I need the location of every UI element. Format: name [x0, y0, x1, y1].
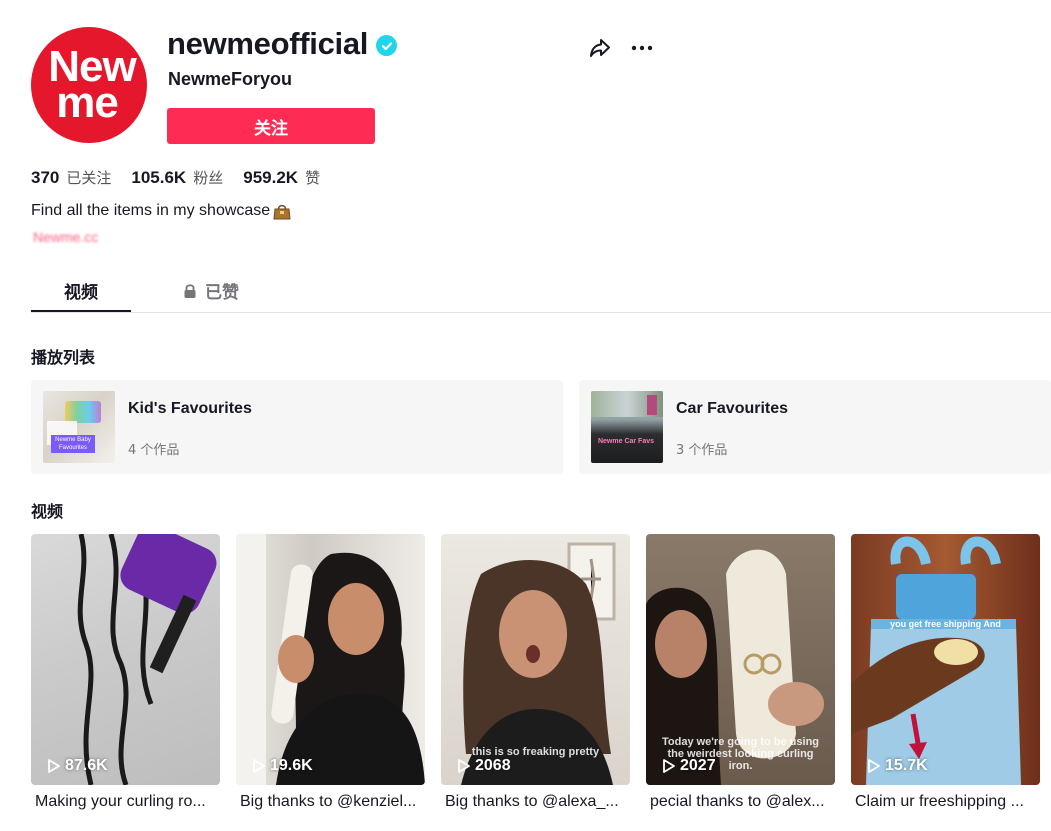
bio-text: Find all the items in my showcase	[31, 202, 271, 219]
video-card[interactable]: 87.6K Making your curling ro...	[31, 534, 220, 811]
followers-count: 105.6K	[131, 168, 187, 187]
tab-liked[interactable]: 已赞	[161, 270, 261, 311]
avatar-logo-line2: me	[56, 78, 119, 127]
video-card[interactable]: Today we're going to be using the weirde…	[646, 534, 835, 811]
stat-likes: 959.2K 赞	[243, 167, 320, 188]
likes-count: 959.2K	[243, 168, 299, 187]
handbag-icon	[273, 204, 291, 220]
video-overlay-text: you get free shipping And	[890, 619, 1001, 629]
view-count: 15.7K	[866, 757, 928, 775]
video-thumbnail: this is so freaking pretty 2068	[441, 534, 630, 785]
video-card[interactable]: this is so freaking pretty 2068 Big than…	[441, 534, 630, 811]
lock-icon	[184, 283, 196, 298]
videos-heading: 视频	[31, 502, 64, 521]
profile-stats: 370 已关注 105.6K 粉丝 959.2K 赞	[31, 167, 320, 188]
stat-following[interactable]: 370 已关注	[31, 167, 111, 188]
playlist-thumbnail: Newme Baby Favourites	[43, 391, 115, 463]
view-count: 87.6K	[46, 757, 108, 775]
tab-liked-label: 已赞	[205, 283, 239, 303]
playlist-thumb-label: Newme Car Favs	[597, 438, 655, 445]
playlist-title: Car Favourites	[676, 400, 789, 417]
view-count-text: 15.7K	[885, 757, 928, 774]
video-card[interactable]: 19.6K Big thanks to @kenziel...	[236, 534, 425, 811]
avatar[interactable]: New me	[31, 27, 147, 143]
play-icon	[868, 759, 880, 773]
stat-followers[interactable]: 105.6K 粉丝	[131, 167, 223, 188]
view-count-text: 2027	[680, 757, 716, 774]
share-icon[interactable]	[587, 35, 613, 61]
video-thumbnail: you get free shipping And 15.7K	[851, 534, 1040, 785]
view-count: 2068	[456, 757, 511, 775]
view-count-text: 19.6K	[270, 757, 313, 774]
playlist-count: 3 个作品	[676, 443, 728, 458]
view-count-text: 2068	[475, 757, 511, 774]
view-count: 2027	[661, 757, 716, 775]
profile-tabs: 视频 已赞	[31, 270, 1051, 313]
view-count-text: 87.6K	[65, 757, 108, 774]
more-options-icon[interactable]	[629, 35, 655, 61]
video-caption[interactable]: pecial thanks to @alex...	[650, 793, 833, 811]
username: newmeofficial	[167, 26, 369, 61]
playlist-thumb-label: Newme Baby Favourites	[51, 435, 95, 453]
tab-videos[interactable]: 视频	[31, 270, 131, 312]
bio: Find all the items in my showcase	[31, 201, 292, 221]
video-artwork	[77, 534, 217, 785]
play-icon	[48, 759, 60, 773]
video-thumbnail: Today we're going to be using the weirde…	[646, 534, 835, 785]
video-thumbnail: 19.6K	[236, 534, 425, 785]
follow-button[interactable]: 关注	[167, 108, 375, 144]
profile-link[interactable]: Newme.cc	[33, 229, 98, 245]
play-icon	[663, 759, 675, 773]
likes-label: 赞	[305, 169, 321, 187]
playlist-title: Kid's Favourites	[128, 400, 252, 417]
play-icon	[458, 759, 470, 773]
video-thumbnail: 87.6K	[31, 534, 220, 785]
video-caption[interactable]: Claim ur freeshipping ...	[855, 793, 1038, 811]
playlist-card[interactable]: Newme Baby Favourites Kid's Favourites 4…	[31, 380, 563, 474]
following-label: 已关注	[66, 169, 112, 187]
playlists-heading: 播放列表	[31, 348, 96, 367]
following-count: 370	[31, 168, 60, 187]
username-row: newmeofficial	[167, 26, 398, 62]
video-artwork	[851, 536, 1021, 785]
view-count: 19.6K	[251, 757, 313, 775]
nickname: NewmeForyou	[168, 69, 293, 89]
video-caption[interactable]: Making your curling ro...	[35, 793, 218, 811]
verified-badge-icon	[376, 35, 398, 56]
video-caption[interactable]: Big thanks to @alexa_...	[445, 793, 628, 811]
playlist-count: 4 个作品	[128, 443, 180, 458]
playlist-card[interactable]: Newme Car Favs Car Favourites 3 个作品	[579, 380, 1051, 474]
video-caption[interactable]: Big thanks to @kenziel...	[240, 793, 423, 811]
followers-label: 粉丝	[193, 169, 224, 187]
play-icon	[253, 759, 265, 773]
video-artwork	[236, 534, 425, 785]
profile-page: New me newmeofficial NewmeForyou 关注 370 …	[0, 0, 1051, 831]
playlist-thumbnail: Newme Car Favs	[591, 391, 663, 463]
video-card[interactable]: you get free shipping And 15.7K Claim ur…	[851, 534, 1040, 811]
